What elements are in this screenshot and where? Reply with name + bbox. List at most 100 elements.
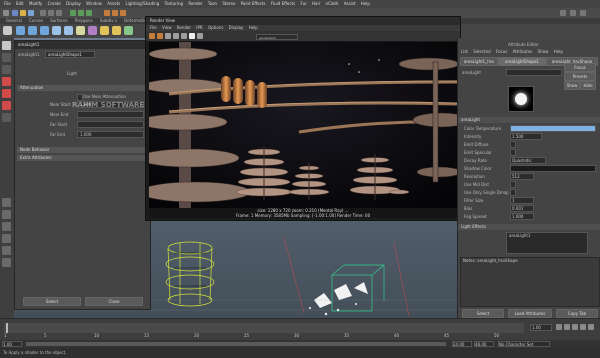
current-frame-field[interactable]: 1.00 xyxy=(530,324,552,331)
nurbs-cube-icon[interactable] xyxy=(28,26,37,35)
menu-create[interactable]: Create xyxy=(48,0,61,8)
move-tool-icon[interactable] xyxy=(2,77,11,86)
select-button[interactable]: Select xyxy=(23,297,81,306)
shape-name-field[interactable] xyxy=(506,69,562,76)
nurbs-cylinder-icon[interactable] xyxy=(40,26,49,35)
rotate-tool-icon[interactable] xyxy=(2,89,11,98)
use-mid-dist-checkbox[interactable] xyxy=(510,181,516,188)
mode-menu-icon[interactable] xyxy=(3,10,9,16)
menu-render[interactable]: Render xyxy=(188,0,202,8)
shadow-color-field[interactable] xyxy=(510,165,596,172)
time-slider[interactable]: 1 5 10 15 20 25 30 35 40 45 50 1.00 xyxy=(0,318,600,341)
spotlight-icon[interactable] xyxy=(112,26,121,35)
menu-display[interactable]: Display xyxy=(66,0,81,8)
notes-area[interactable]: Notes: areaLight_hsvShape xyxy=(460,257,600,307)
new-scene-icon[interactable] xyxy=(12,10,18,16)
focus-button[interactable]: Focus xyxy=(564,63,596,72)
far-start-field[interactable] xyxy=(77,121,144,128)
select-tool-icon[interactable] xyxy=(2,41,11,50)
go-to-end-icon[interactable] xyxy=(588,324,594,330)
play-icon[interactable] xyxy=(572,324,578,330)
layout-four-icon[interactable] xyxy=(2,210,11,219)
menu-lighting[interactable]: Lighting/Shading xyxy=(126,0,160,8)
save-scene-icon[interactable] xyxy=(28,10,34,16)
emit-diffuse-checkbox[interactable] xyxy=(510,141,516,148)
character-set-select[interactable]: No Character Set xyxy=(498,341,550,347)
right-attribute-editor[interactable]: Attribute Editor List Selected Focus Att… xyxy=(457,38,600,318)
menu-ncloth[interactable]: nCloth xyxy=(326,0,339,8)
render-settings-icon[interactable] xyxy=(120,10,126,16)
single-dmap-checkbox[interactable] xyxy=(510,189,516,196)
use-near-attenuation-checkbox[interactable] xyxy=(77,94,83,101)
menu-paint-effects[interactable]: Paint Effects xyxy=(241,0,266,8)
snapshot-icon[interactable] xyxy=(165,33,171,39)
paint-select-icon[interactable] xyxy=(2,65,11,74)
panel-menu-attributes[interactable]: Attributes xyxy=(513,49,533,54)
real-size-icon[interactable] xyxy=(197,33,203,39)
curve-tool-icon[interactable] xyxy=(124,26,133,35)
near-end-field[interactable] xyxy=(77,111,144,118)
poly-sphere-icon[interactable] xyxy=(52,26,61,35)
menu-file[interactable]: File xyxy=(4,0,11,8)
panel-menu-selected[interactable]: Selected xyxy=(473,49,490,54)
attribute-editor-window[interactable]: areaLight1 areaLight1 areaLightShape1 Li… xyxy=(14,40,151,310)
range-start-field[interactable]: 1.00 xyxy=(2,341,22,347)
panel-menu-focus[interactable]: Focus xyxy=(496,49,507,54)
filter-size-field[interactable]: 1 xyxy=(510,197,534,204)
show-button[interactable]: Show xyxy=(564,81,580,90)
keep-image-icon[interactable] xyxy=(173,33,179,39)
range-bar[interactable] xyxy=(26,342,446,346)
render-frame-icon[interactable] xyxy=(104,10,110,16)
hide-button[interactable]: Hide xyxy=(580,81,596,90)
fog-spread-field[interactable]: 1.000 xyxy=(510,213,534,220)
range-slider[interactable]: 1.00 24.00 48.00 No Character Set xyxy=(0,340,600,348)
shelf-menu-icon[interactable] xyxy=(3,26,12,35)
show-channel-box-icon[interactable] xyxy=(580,10,586,16)
menu-fluid-effects[interactable]: Fluid Effects xyxy=(271,0,295,8)
node-name-field[interactable]: areaLightShape1 xyxy=(45,51,95,58)
section-attenuation[interactable]: Attenuation xyxy=(17,85,150,91)
layout-outliner-icon[interactable] xyxy=(2,234,11,243)
copy-tab-button[interactable]: Copy Tab xyxy=(556,309,598,318)
menu-assets[interactable]: Assets xyxy=(107,0,120,8)
menu-hair[interactable]: Hair xyxy=(312,0,320,8)
presets-button[interactable]: Presets xyxy=(564,72,596,81)
select-button-right[interactable]: Select xyxy=(462,309,504,318)
section-node-behavior[interactable]: Node Behavior xyxy=(17,147,150,153)
rv-menu-file[interactable]: File xyxy=(150,25,157,30)
node-tab-shape[interactable]: areaLightShape1 xyxy=(498,57,546,66)
current-frame-marker[interactable] xyxy=(6,323,8,333)
menu-modify[interactable]: Modify xyxy=(29,0,42,8)
rv-menu-view[interactable]: View xyxy=(162,25,172,30)
render-view-window[interactable]: Render View File View Render IPR Options… xyxy=(145,16,461,221)
snap-curve-icon[interactable] xyxy=(78,10,84,16)
intensity-field[interactable]: 1.500 xyxy=(510,133,542,140)
bias-field[interactable]: 0.001 xyxy=(510,205,534,212)
select-component-icon[interactable] xyxy=(56,10,62,16)
step-back-icon[interactable] xyxy=(564,324,570,330)
range-end-field[interactable]: 24.00 xyxy=(452,341,472,347)
alpha-channel-icon[interactable] xyxy=(189,33,195,39)
last-tool-icon[interactable] xyxy=(2,113,11,122)
layout-hypershade-icon[interactable] xyxy=(2,258,11,267)
node-tab-hsv[interactable]: areaLight1_hsv xyxy=(460,57,498,66)
resolution-field[interactable]: 512 xyxy=(510,173,534,180)
load-attributes-button[interactable]: Load Attributes xyxy=(508,309,552,318)
select-hierarchy-icon[interactable] xyxy=(40,10,46,16)
range-end2-field[interactable]: 48.00 xyxy=(474,341,494,347)
snap-grid-icon[interactable] xyxy=(70,10,76,16)
light-list[interactable]: areaLight1 xyxy=(506,232,588,254)
select-object-icon[interactable] xyxy=(48,10,54,16)
menu-fur[interactable]: Fur xyxy=(300,0,306,8)
layout-two-icon[interactable] xyxy=(2,222,11,231)
go-to-start-icon[interactable] xyxy=(556,324,562,330)
color-temperature-field[interactable] xyxy=(510,125,596,132)
menu-texturing[interactable]: Texturing xyxy=(165,0,183,8)
section-arealight[interactable]: areaLight xyxy=(458,117,600,123)
menu-edit[interactable]: Edit xyxy=(16,0,24,8)
rv-menu-ipr[interactable]: IPR xyxy=(196,25,202,30)
nurbs-sphere-icon[interactable] xyxy=(16,26,25,35)
rv-menu-options[interactable]: Options xyxy=(208,25,223,30)
menu-stereo[interactable]: Stereo xyxy=(222,0,235,8)
light-list-item[interactable]: areaLight1 xyxy=(507,233,530,238)
